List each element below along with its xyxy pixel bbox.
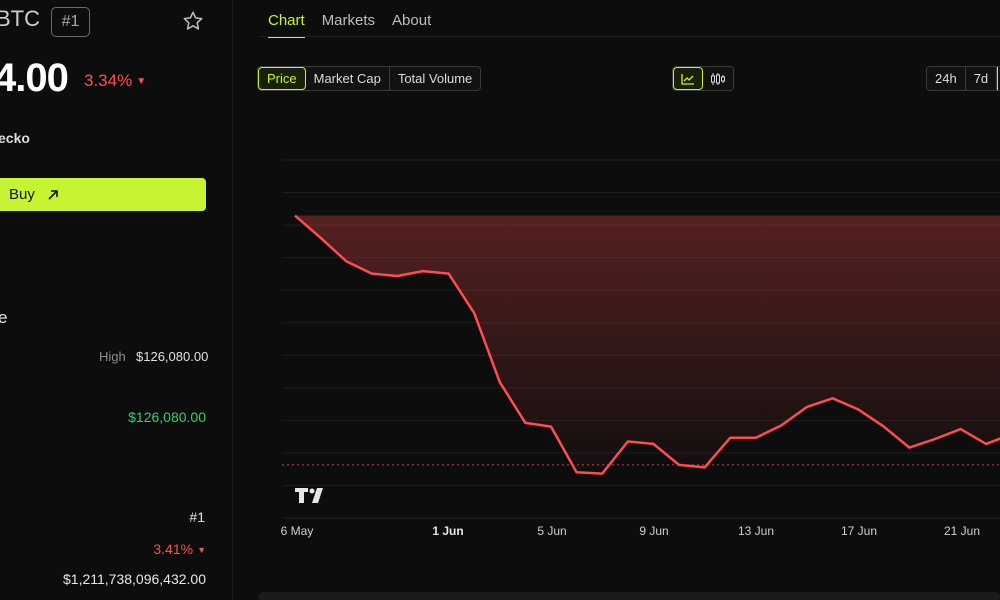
coin-summary-panel: BTC #1 4.00 3.34% ▼ ecko Buy e High $126,… [0, 0, 232, 600]
coin-price: 4.00 [0, 56, 69, 100]
x-tick-label: 21 Jun [944, 524, 980, 538]
chart-type-selector [672, 66, 734, 91]
range-24h[interactable]: 24h [927, 67, 966, 90]
time-range-selector: 24h 7d [926, 66, 1000, 91]
tabs-divider [258, 36, 1000, 37]
market-cap-value: $1,211,738,096,432.00 [63, 571, 206, 587]
caret-down-icon: ▼ [197, 545, 206, 555]
metric-market-cap[interactable]: Market Cap [305, 67, 390, 90]
x-tick-label: 1 Jun [432, 524, 463, 538]
price-change-value: 3.34% [84, 71, 133, 90]
rank-badge: #1 [51, 7, 90, 37]
x-tick-label: 13 Jun [738, 524, 774, 538]
buy-button[interactable]: Buy [0, 178, 206, 211]
line-chart-icon [681, 73, 694, 85]
percent-change-text: 3.41% [153, 541, 194, 557]
buy-button-label: Buy [9, 186, 35, 203]
caret-down-icon: ▼ [136, 76, 147, 87]
tab-about[interactable]: About [392, 12, 431, 38]
high-value: $126,080.00 [136, 349, 209, 364]
app-root: BTC #1 4.00 3.34% ▼ ecko Buy e High $126,… [0, 0, 1000, 600]
data-source-label: ecko [0, 130, 30, 146]
high-value-green: $126,080.00 [128, 409, 206, 425]
section-heading: e [0, 308, 8, 327]
percent-change-value: 3.41% ▼ [153, 541, 206, 557]
market-rank-value: #1 [189, 509, 205, 525]
chart-x-axis: 6 May 1 Jun 5 Jun 9 Jun 13 Jun 17 Jun 21 Jun [281, 524, 980, 538]
metric-selector: Price Market Cap Total Volume [257, 66, 482, 91]
metric-price[interactable]: Price [258, 67, 306, 90]
metric-total-volume[interactable]: Total Volume [389, 67, 481, 90]
line-chart-button[interactable] [673, 67, 703, 90]
tab-markets[interactable]: Markets [322, 12, 375, 38]
high-label: High [99, 349, 126, 364]
x-tick-label: 9 Jun [639, 524, 668, 538]
arrow-up-right-icon [48, 189, 58, 200]
bottom-panel-edge [258, 592, 1000, 600]
range-7d[interactable]: 7d [965, 67, 998, 90]
tab-chart[interactable]: Chart [268, 12, 305, 38]
main-tabs: Chart Markets About [268, 12, 431, 38]
candlestick-icon [711, 72, 725, 85]
x-tick-label: 5 Jun [537, 524, 566, 538]
price-chart[interactable]: 6 May 1 Jun 5 Jun 9 Jun 13 Jun 17 Jun 21 Jun [232, 150, 1000, 550]
coin-ticker: BTC [0, 6, 40, 31]
tradingview-logo-icon [295, 488, 323, 503]
x-tick-label: 6 May [281, 524, 314, 538]
price-change: 3.34% ▼ [84, 71, 146, 91]
star-icon[interactable] [182, 10, 204, 32]
x-tick-label: 17 Jun [841, 524, 877, 538]
candlestick-button[interactable] [703, 67, 733, 90]
